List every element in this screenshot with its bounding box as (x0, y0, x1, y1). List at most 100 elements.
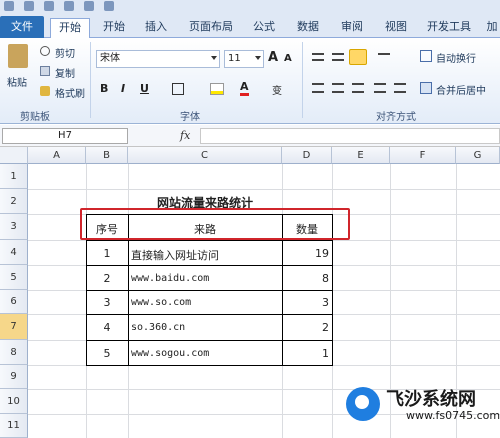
tab-page-layout[interactable]: 页面布局 (182, 18, 240, 38)
tab-view[interactable]: 视图 (378, 18, 414, 38)
table-cell-no[interactable]: 5 (86, 347, 128, 360)
table-border (86, 240, 333, 241)
table-cell-source[interactable]: so.360.cn (131, 322, 185, 333)
italic-button[interactable]: I (121, 82, 125, 95)
copy-button[interactable]: 复制 (55, 65, 75, 80)
paste-button[interactable]: 粘贴 (7, 74, 27, 89)
bold-button[interactable]: B (100, 82, 108, 95)
row-header-11[interactable]: 11 (0, 414, 28, 438)
align-bottom-icon-active[interactable] (349, 49, 367, 65)
paste-icon[interactable] (8, 44, 28, 68)
scissors-icon[interactable] (40, 46, 50, 56)
font-size-select[interactable]: 11 (224, 50, 264, 68)
table-border (86, 314, 333, 315)
increase-indent-icon[interactable] (394, 83, 406, 93)
wrap-text-icon[interactable] (420, 50, 432, 62)
align-middle-icon[interactable] (332, 53, 344, 61)
column-header-c[interactable]: C (128, 147, 282, 164)
row-header-10[interactable]: 10 (0, 389, 28, 414)
excel-app-icon[interactable] (4, 1, 14, 11)
tab-addins[interactable]: 加 (484, 18, 500, 38)
row-header-2[interactable]: 2 (0, 189, 28, 214)
align-right-icon[interactable] (352, 83, 364, 93)
merge-center-icon[interactable] (420, 82, 432, 94)
format-painter-button[interactable]: 格式刷 (55, 85, 85, 100)
gridline (28, 189, 500, 190)
table-cell-count[interactable]: 8 (282, 272, 329, 285)
save-icon[interactable] (24, 1, 34, 11)
tab-formulas[interactable]: 公式 (246, 18, 282, 38)
tab-home[interactable]: 开始 (96, 18, 132, 38)
column-header-g[interactable]: G (456, 147, 500, 164)
watermark-url: www.fs0745.com (406, 409, 500, 422)
quick-access-toolbar (0, 0, 500, 14)
table-cell-source[interactable]: www.baidu.com (131, 273, 209, 284)
copy-icon[interactable] (40, 66, 50, 76)
tab-insert[interactable]: 插入 (138, 18, 174, 38)
decrease-indent-icon[interactable] (374, 83, 386, 93)
table-cell-no[interactable]: 1 (86, 247, 128, 260)
print-icon[interactable] (84, 1, 94, 11)
ribbon-tab-bar: 文件 开始 开始 插入 页面布局 公式 数据 审阅 视图 开发工具 加 (0, 14, 500, 39)
table-cell-count[interactable]: 19 (282, 247, 329, 260)
table-cell-count[interactable]: 3 (282, 296, 329, 309)
table-cell-no[interactable]: 2 (86, 272, 128, 285)
cut-button[interactable]: 剪切 (55, 45, 75, 60)
border-icon[interactable] (172, 83, 184, 95)
formula-bar: H7 fx (0, 125, 500, 147)
align-left-icon[interactable] (312, 83, 324, 93)
insert-function-button[interactable]: fx (180, 129, 190, 142)
group-separator (90, 42, 91, 118)
wrap-text-button[interactable]: 自动换行 (436, 50, 476, 65)
table-cell-count[interactable]: 2 (282, 321, 329, 334)
group-separator (302, 42, 303, 118)
format-painter-icon[interactable] (40, 86, 50, 96)
row-header-7[interactable]: 7 (0, 314, 28, 340)
column-header-d[interactable]: D (282, 147, 332, 164)
row-header-4[interactable]: 4 (0, 240, 28, 265)
highlight-box (80, 208, 350, 240)
table-cell-source[interactable]: www.so.com (131, 297, 191, 308)
row-header-3[interactable]: 3 (0, 214, 28, 240)
undo-icon[interactable] (44, 1, 54, 11)
table-cell-no[interactable]: 3 (86, 296, 128, 309)
formula-input[interactable] (200, 128, 500, 144)
name-box[interactable]: H7 (2, 128, 128, 144)
redo-icon[interactable] (64, 1, 74, 11)
row-header-8[interactable]: 8 (0, 340, 28, 365)
tab-home-active[interactable]: 开始 (50, 18, 90, 39)
fill-color-icon[interactable] (210, 83, 224, 95)
tab-review[interactable]: 审阅 (334, 18, 370, 38)
row-header-6[interactable]: 6 (0, 290, 28, 314)
ribbon-home: 粘贴 剪切 复制 格式刷 剪贴板 宋体 11 A A B I U A 变 字体 … (0, 38, 500, 124)
orientation-icon[interactable] (378, 53, 390, 61)
align-top-icon[interactable] (312, 53, 324, 61)
column-header-e[interactable]: E (332, 147, 390, 164)
row-header-5[interactable]: 5 (0, 265, 28, 290)
row-header-9[interactable]: 9 (0, 365, 28, 389)
tab-file[interactable]: 文件 (0, 16, 44, 38)
customize-icon[interactable] (104, 1, 114, 11)
table-cell-count[interactable]: 1 (282, 347, 329, 360)
table-cell-source[interactable]: www.sogou.com (131, 348, 209, 359)
shrink-font-button[interactable]: A (284, 53, 292, 64)
merge-center-button[interactable]: 合并后居中 (436, 82, 486, 97)
column-header-a[interactable]: A (28, 147, 86, 164)
tab-data[interactable]: 数据 (290, 18, 326, 38)
table-cell-no[interactable]: 4 (86, 321, 128, 334)
font-family-select[interactable]: 宋体 (96, 50, 220, 68)
alignment-group-label: 对齐方式 (376, 112, 416, 123)
phonetic-button[interactable]: 变 (272, 82, 282, 97)
table-border (86, 290, 333, 291)
row-header-1[interactable]: 1 (0, 164, 28, 189)
font-color-button[interactable]: A (240, 81, 249, 96)
underline-button[interactable]: U (140, 82, 149, 95)
align-center-icon[interactable] (332, 83, 344, 93)
font-group-label: 字体 (180, 112, 200, 123)
tab-developer[interactable]: 开发工具 (420, 18, 478, 38)
table-cell-source[interactable]: 直接输入网址访问 (131, 247, 219, 263)
column-header-b[interactable]: B (86, 147, 128, 164)
column-header-f[interactable]: F (390, 147, 456, 164)
select-all-corner[interactable] (0, 147, 28, 164)
grow-font-button[interactable]: A (268, 50, 278, 65)
